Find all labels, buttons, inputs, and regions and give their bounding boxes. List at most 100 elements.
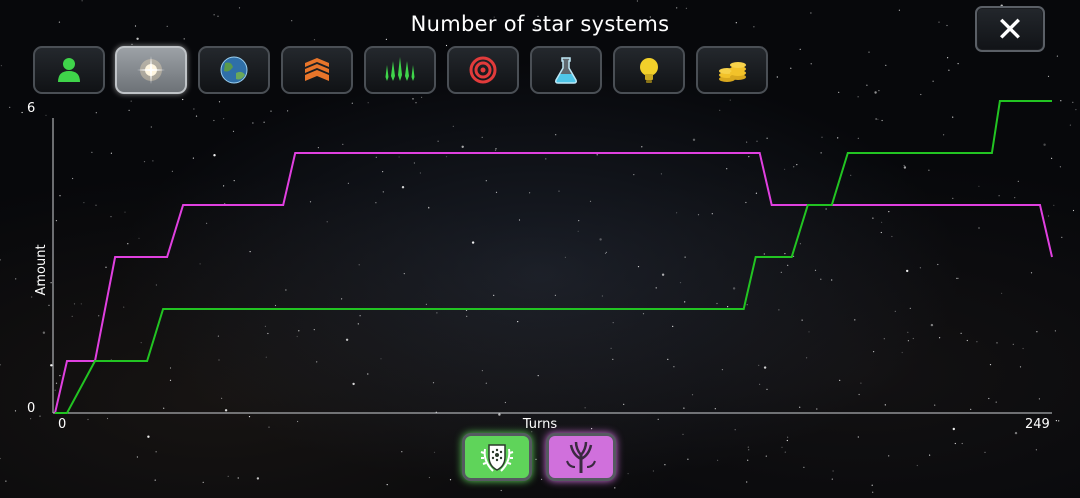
credits-coins-icon	[719, 62, 746, 82]
star-dot	[1014, 431, 1018, 435]
tab-influence[interactable]	[613, 46, 685, 94]
star-dot	[878, 90, 880, 92]
star-dot	[866, 84, 868, 86]
star-dot	[984, 451, 986, 453]
star-dot	[916, 464, 918, 467]
line-chart: 6 0 0 249 Turns Amount	[27, 100, 1053, 430]
star-dot	[838, 91, 840, 93]
star-dot	[401, 451, 403, 453]
star-dot	[81, 0, 83, 2]
y-tick-min: 0	[27, 401, 35, 416]
star-icon	[137, 56, 165, 84]
tab-science[interactable]	[530, 46, 602, 94]
star-dot	[920, 93, 922, 96]
page-title: Number of star systems	[410, 12, 670, 36]
star-dot	[868, 51, 870, 53]
star-dot	[136, 456, 138, 458]
player-toggle-1[interactable]	[462, 433, 532, 481]
star-dot	[717, 459, 719, 461]
fleet-icon	[385, 57, 415, 81]
star-dot	[131, 43, 133, 46]
star-dot	[147, 435, 150, 438]
tab-population[interactable]	[33, 46, 105, 94]
star-dot	[614, 487, 616, 489]
star-dot	[871, 484, 873, 486]
star-dot	[1047, 75, 1050, 77]
star-dot	[888, 455, 890, 457]
planet-icon	[220, 56, 248, 84]
military-icon	[469, 56, 497, 84]
star-dot	[685, 7, 688, 9]
star-dot	[183, 38, 185, 40]
star-dot	[449, 479, 452, 481]
stats-screen: Number of star systems ✕ 6 0 0 249 Turns…	[0, 0, 1080, 498]
star-dot	[776, 76, 778, 78]
population-icon	[58, 58, 80, 82]
star-dot	[1035, 449, 1037, 451]
star-dot	[500, 489, 502, 492]
star-dot	[676, 7, 678, 9]
star-dot	[786, 439, 788, 442]
star-dot	[947, 57, 949, 59]
star-dot	[664, 464, 666, 466]
star-dot	[810, 63, 812, 65]
star-dot	[803, 466, 805, 468]
star-dot	[874, 91, 877, 94]
star-dot	[746, 481, 748, 483]
star-dot	[948, 69, 950, 71]
star-dot	[885, 64, 887, 66]
star-dot	[238, 7, 241, 9]
tab-credits[interactable]	[696, 46, 768, 94]
star-dot	[531, 431, 533, 433]
star-dot	[385, 38, 387, 41]
star-dot	[932, 80, 934, 82]
star-dot	[929, 454, 931, 456]
tab-planets[interactable]	[198, 46, 270, 94]
y-tick-max: 6	[27, 101, 35, 116]
star-dot	[445, 44, 448, 47]
star-dot	[5, 480, 7, 482]
star-dot	[747, 459, 749, 461]
star-dot	[428, 476, 430, 479]
tab-fleet[interactable]	[364, 46, 436, 94]
science-flask-icon	[555, 57, 577, 84]
player-toggle-2[interactable]	[546, 433, 616, 481]
star-dot	[961, 442, 963, 445]
star-dot	[781, 446, 783, 448]
star-dot	[954, 442, 956, 445]
territory-icon	[305, 58, 329, 81]
y-axis-label: Amount	[34, 244, 49, 295]
star-dot	[0, 65, 2, 67]
star-dot	[433, 451, 436, 453]
tab-military[interactable]	[447, 46, 519, 94]
star-dot	[799, 48, 801, 50]
star-dot	[790, 67, 792, 69]
series-line-2	[55, 100, 1052, 414]
star-dot	[1056, 55, 1058, 57]
star-dot	[652, 470, 655, 472]
x-axis-label: Turns	[522, 417, 558, 430]
x-tick-max: 249	[1025, 417, 1050, 430]
star-dot	[535, 458, 537, 460]
close-button[interactable]: ✕	[975, 6, 1045, 52]
tab-star-systems[interactable]	[115, 46, 187, 94]
star-dot	[627, 473, 629, 475]
star-dot	[636, 0, 639, 2]
series-line-1	[54, 152, 1053, 414]
star-dot	[541, 478, 543, 480]
tree-emblem-icon	[566, 441, 596, 473]
series-layer	[54, 100, 1053, 414]
star-dot	[386, 484, 388, 486]
star-dot	[0, 457, 1, 460]
star-dot	[421, 96, 423, 98]
star-dot	[682, 433, 684, 435]
star-dot	[256, 477, 260, 480]
star-dot	[765, 455, 767, 457]
lightbulb-icon	[640, 58, 658, 83]
star-dot	[748, 449, 750, 451]
star-dot	[227, 475, 229, 477]
tab-territory[interactable]	[281, 46, 353, 94]
star-dot	[784, 451, 786, 453]
star-dot	[136, 37, 139, 40]
laurel-shield-emblem-icon	[480, 444, 514, 472]
